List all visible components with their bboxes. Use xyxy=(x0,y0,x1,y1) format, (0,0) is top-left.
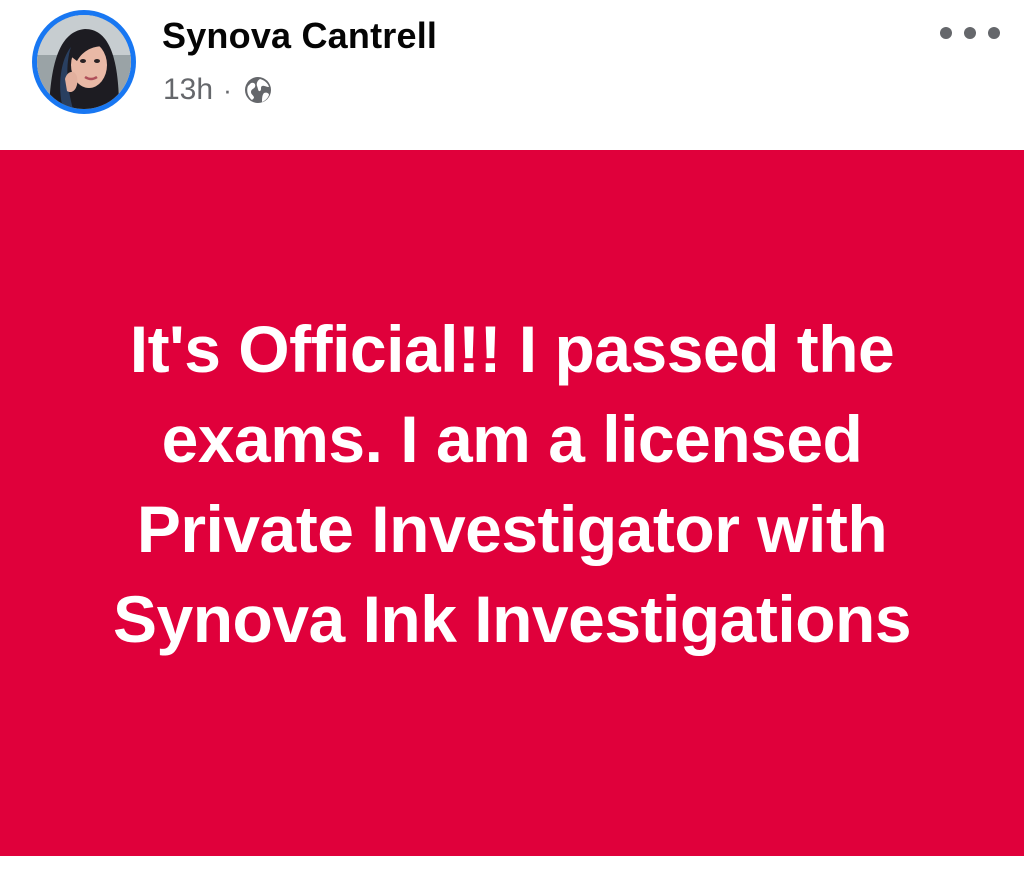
more-options-icon[interactable] xyxy=(940,18,1000,48)
meta-separator: · xyxy=(223,74,232,105)
post-timestamp[interactable]: 13h xyxy=(163,73,213,107)
more-dot xyxy=(964,27,976,39)
post-header: Synova Cantrell 13h · xyxy=(0,0,1024,150)
more-dot xyxy=(988,27,1000,39)
status-text: It's Official!! I passed the exams. I am… xyxy=(112,312,912,656)
globe-icon[interactable] xyxy=(242,74,274,106)
post-meta: 13h · xyxy=(163,70,274,110)
avatar-photo xyxy=(37,15,131,109)
facebook-post: Synova Cantrell 13h · It's Official!! I … xyxy=(0,0,1024,879)
avatar-image[interactable] xyxy=(37,15,131,109)
more-dot xyxy=(940,27,952,39)
author-name[interactable]: Synova Cantrell xyxy=(162,14,437,58)
status-background: It's Official!! I passed the exams. I am… xyxy=(0,150,1024,856)
profile-avatar[interactable] xyxy=(32,10,136,114)
